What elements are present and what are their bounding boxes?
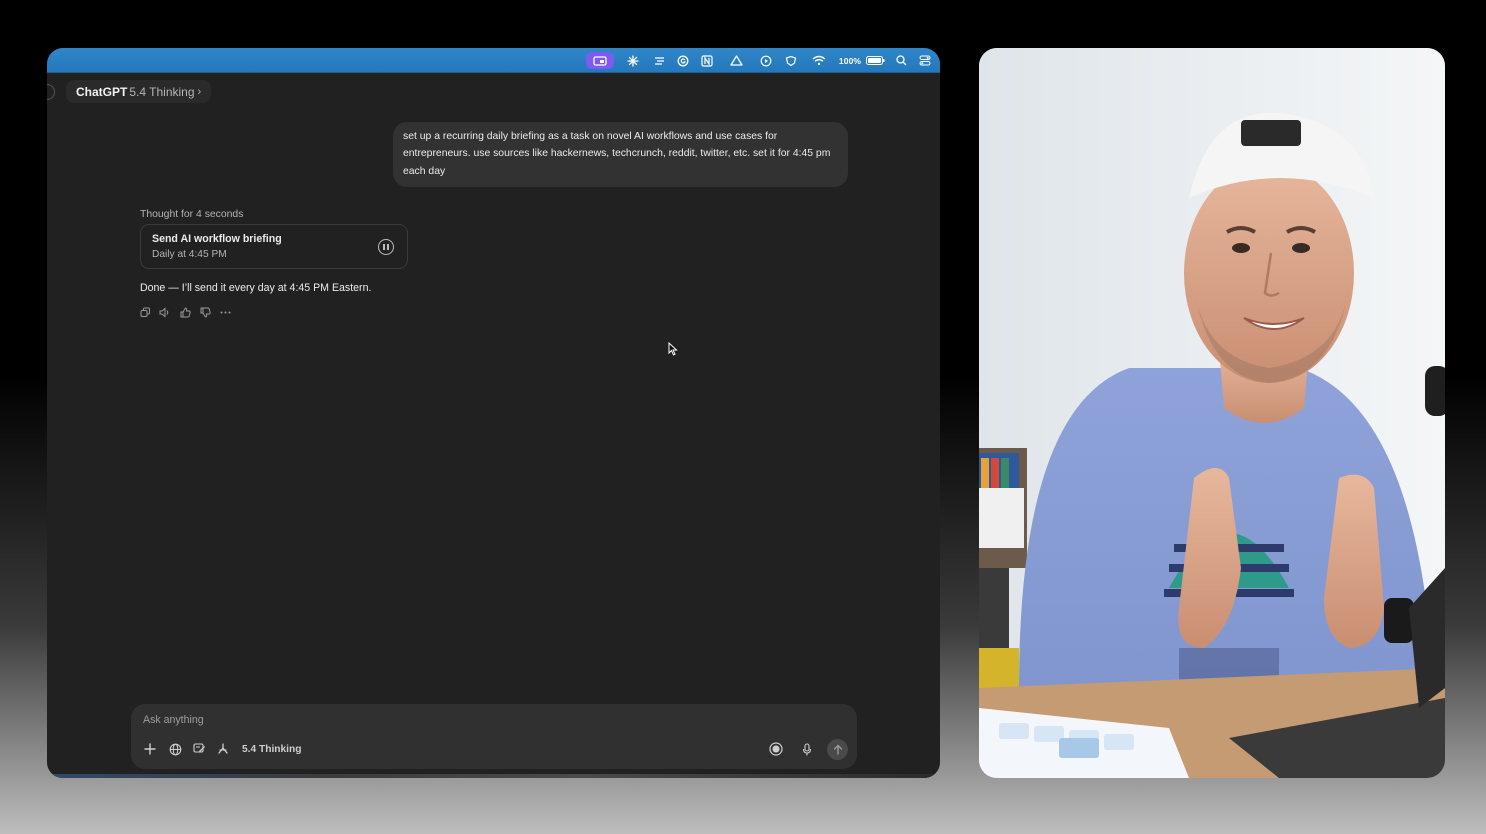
prompt-input[interactable] xyxy=(143,714,543,726)
menu-bar: 100% xyxy=(47,48,940,73)
control-center-icon[interactable] xyxy=(917,48,933,73)
scheduled-task-card[interactable]: Send AI workflow briefing Daily at 4:45 … xyxy=(140,224,408,269)
model-label: 5.4 Thinking xyxy=(129,84,195,99)
webcam-feed xyxy=(979,48,1445,778)
sidebar-toggle-icon[interactable] xyxy=(47,84,55,100)
notion-icon[interactable] xyxy=(699,48,715,73)
chatgpt-app: ChatGPT 5.4 Thinking › set up a recurrin… xyxy=(47,74,940,778)
chevron-right-icon: › xyxy=(197,85,202,98)
wifi-icon[interactable] xyxy=(810,48,828,73)
copy-icon[interactable] xyxy=(139,306,151,318)
screen-share-icon[interactable] xyxy=(586,52,614,69)
search-icon[interactable] xyxy=(893,48,909,73)
send-arrow-icon xyxy=(833,744,842,755)
grammarly-icon[interactable] xyxy=(675,48,691,73)
task-schedule: Daily at 4:45 PM xyxy=(152,249,227,260)
model-selector[interactable]: ChatGPT 5.4 Thinking › xyxy=(66,80,212,103)
thumbs-up-icon[interactable] xyxy=(179,306,191,318)
pause-icon[interactable] xyxy=(378,239,394,255)
screen-recording: 100% ChatGPT 5.4 Thinking › set up a rec… xyxy=(47,48,940,778)
battery-icon[interactable] xyxy=(864,48,886,73)
user-message: set up a recurring daily briefing as a t… xyxy=(393,122,848,188)
list-icon[interactable] xyxy=(651,48,667,73)
presenter-image xyxy=(979,48,1445,778)
microphone-icon[interactable] xyxy=(799,741,815,757)
tools-icon[interactable] xyxy=(215,741,231,757)
plus-icon[interactable] xyxy=(142,741,158,757)
play-icon[interactable] xyxy=(758,48,774,73)
task-title: Send AI workflow briefing xyxy=(152,233,282,245)
battery-percent: 100% xyxy=(838,55,862,66)
brand-label: ChatGPT xyxy=(76,84,128,99)
read-aloud-icon[interactable] xyxy=(159,306,171,318)
shield-icon[interactable] xyxy=(783,48,799,73)
thought-label[interactable]: Thought for 4 seconds xyxy=(140,209,243,220)
canvas-icon[interactable] xyxy=(191,741,207,757)
desktop-wallpaper-strip xyxy=(47,774,940,778)
asterisk-icon[interactable] xyxy=(625,48,641,73)
globe-icon[interactable] xyxy=(167,741,183,757)
composer-model-label[interactable]: 5.4 Thinking xyxy=(242,744,301,755)
composer: 5.4 Thinking xyxy=(131,704,857,769)
assistant-reply: Done — I’ll send it every day at 4:45 PM… xyxy=(140,282,372,294)
thumbs-down-icon[interactable] xyxy=(199,306,211,318)
drive-icon[interactable] xyxy=(728,48,744,73)
send-button[interactable] xyxy=(827,739,848,760)
voice-mode-icon[interactable] xyxy=(768,741,784,757)
more-icon[interactable] xyxy=(219,306,231,318)
mouse-cursor-icon xyxy=(668,341,678,361)
message-actions xyxy=(139,306,231,318)
